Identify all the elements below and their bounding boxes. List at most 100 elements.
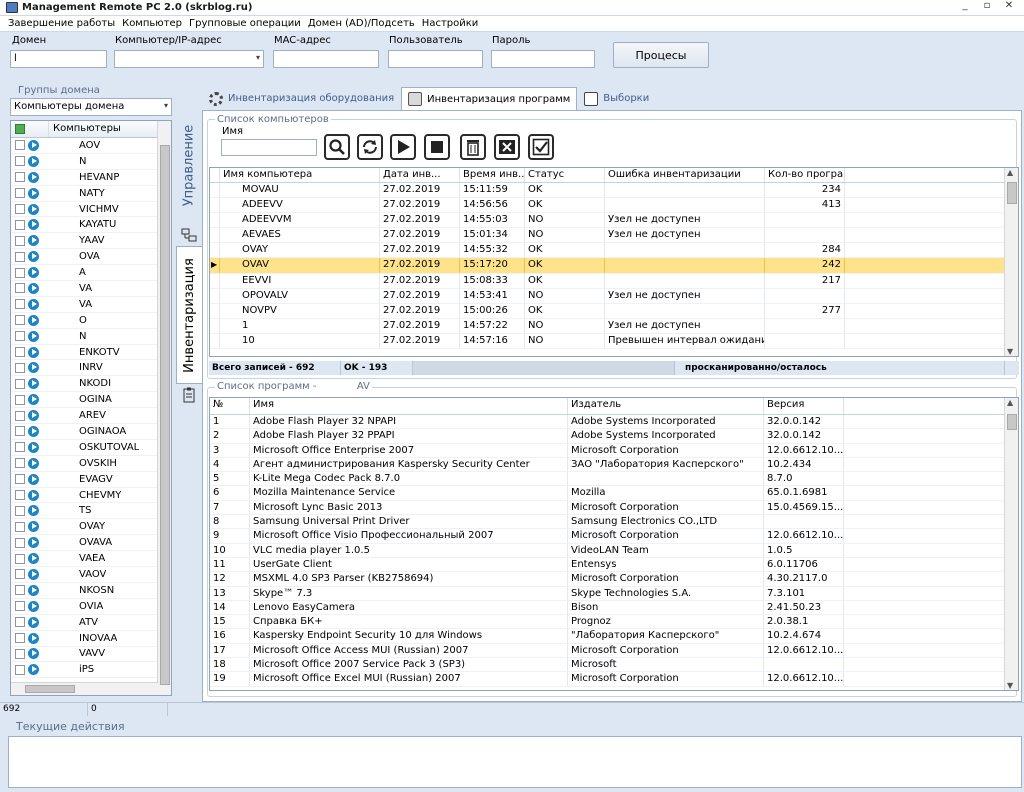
play-icon[interactable] <box>28 330 39 342</box>
computer-list-item[interactable]: KAYATU <box>11 217 171 234</box>
computer-checkbox[interactable] <box>15 569 25 580</box>
program-row[interactable]: 3 Microsoft Office Enterprise 2007 Microso… <box>210 443 1018 458</box>
play-icon[interactable] <box>28 187 39 199</box>
current-actions-log[interactable] <box>8 736 1022 788</box>
computer-checkbox[interactable] <box>15 219 25 230</box>
play-icon[interactable] <box>28 171 39 183</box>
chevron-down-icon[interactable]: ▾ <box>256 53 260 62</box>
start-button[interactable] <box>390 134 416 160</box>
export-excel-button[interactable] <box>494 134 520 160</box>
play-icon[interactable] <box>28 521 39 533</box>
program-row[interactable]: 11 UserGate Client Entensys 6.0.11706 <box>210 557 1018 573</box>
computer-list-item[interactable]: CHEVMY <box>11 488 171 504</box>
computer-list-item[interactable]: AOV <box>11 138 171 154</box>
computers-grid-scrollbar[interactable]: ▲ ▼ <box>1004 168 1018 356</box>
check-all-button[interactable] <box>528 134 554 160</box>
computer-list-item[interactable]: N <box>11 154 171 170</box>
computer-checkbox[interactable] <box>15 315 25 326</box>
play-icon[interactable] <box>28 505 39 517</box>
play-icon[interactable] <box>28 616 39 628</box>
computer-list-item[interactable]: OSKUTOVAL <box>11 440 171 456</box>
play-icon[interactable] <box>28 298 39 310</box>
menu-group-operations[interactable]: Групповые операции <box>189 18 301 29</box>
computer-checkbox[interactable] <box>15 633 25 644</box>
computer-list-item[interactable]: VAEA <box>11 551 171 568</box>
computer-checkbox[interactable] <box>15 664 25 675</box>
col-status[interactable]: Статус <box>525 168 605 182</box>
computer-checkbox[interactable] <box>15 267 25 278</box>
program-row[interactable]: 8 Samsung Universal Print Driver Samsung E… <box>210 515 1018 530</box>
computers-list-scrollbar[interactable] <box>157 121 171 695</box>
program-row[interactable]: 5 K-Lite Mega Codec Pack 8.7.0 8.7.0 <box>210 472 1018 487</box>
computer-list-item[interactable]: HEVANP <box>11 170 171 186</box>
tab-software-inventory[interactable]: Инвентаризация программ <box>401 87 578 110</box>
computer-checkbox[interactable] <box>15 601 25 612</box>
play-icon[interactable] <box>28 346 39 358</box>
tab-inventory[interactable]: Инвентаризация <box>176 246 202 384</box>
computer-checkbox[interactable] <box>15 378 25 389</box>
col-computer-name[interactable]: Имя компьютера <box>220 168 380 182</box>
computer-checkbox[interactable] <box>15 188 25 199</box>
program-row[interactable]: 12 MSXML 4.0 SP3 Parser (KB2758694) Micros… <box>210 572 1018 587</box>
computer-checkbox[interactable] <box>15 426 25 437</box>
scroll-down-icon[interactable]: ▼ <box>1007 681 1013 690</box>
computer-list-item[interactable]: YAAV <box>11 233 171 250</box>
menu-domain-subnet[interactable]: Домен (AD)/Подсеть <box>308 18 415 29</box>
computer-checkbox[interactable] <box>15 140 25 151</box>
computers-column-header[interactable]: Компьютеры <box>49 121 121 137</box>
col-version[interactable]: Версия <box>764 398 844 414</box>
computer-list-item[interactable]: VAVV <box>11 647 171 663</box>
scroll-down-icon[interactable]: ▼ <box>1007 347 1013 356</box>
program-row[interactable]: 17 Microsoft Office Access MUI (Russian) … <box>210 643 1018 659</box>
computer-list-item[interactable]: NKOSN <box>11 583 171 599</box>
play-icon[interactable] <box>28 425 39 437</box>
close-button[interactable]: ✕ <box>998 0 1020 11</box>
delete-button[interactable] <box>460 134 486 160</box>
computer-row[interactable]: AEVAES 27.02.2019 15:01:34 NO Узел не доступ… <box>210 228 1018 244</box>
play-icon[interactable] <box>28 394 39 406</box>
computer-checkbox[interactable] <box>15 521 25 532</box>
computer-row[interactable]: ▶ OVAV 27.02.2019 15:17:20 OK 242 <box>210 258 1018 274</box>
computer-checkbox[interactable] <box>15 553 25 564</box>
play-icon[interactable] <box>28 584 39 596</box>
computer-list-item[interactable]: O <box>11 313 171 329</box>
play-icon[interactable] <box>28 314 39 326</box>
password-input[interactable] <box>491 50 595 68</box>
chevron-down-icon[interactable]: ▾ <box>164 101 168 110</box>
minimize-button[interactable]: _ <box>954 0 976 11</box>
program-row[interactable]: 16 Kaspersky Endpoint Security 10 для Win… <box>210 629 1018 644</box>
computer-checkbox[interactable] <box>15 299 25 310</box>
play-icon[interactable] <box>28 664 39 676</box>
hscrollbar-thumb[interactable] <box>25 685 75 693</box>
computer-list-item[interactable]: OVAY <box>11 519 171 536</box>
col-inventory-error[interactable]: Ошибка инвентаризации <box>605 168 765 182</box>
play-icon[interactable] <box>28 219 39 231</box>
col-inventory-time[interactable]: Время инв... <box>460 168 525 182</box>
stop-button[interactable] <box>424 134 450 160</box>
computer-checkbox[interactable] <box>15 585 25 596</box>
menu-settings[interactable]: Настройки <box>422 18 478 29</box>
scroll-up-icon[interactable]: ▲ <box>1007 398 1013 407</box>
col-inventory-date[interactable]: Дата инв... <box>380 168 460 182</box>
play-icon[interactable] <box>28 441 39 453</box>
mac-input[interactable] <box>273 50 379 68</box>
computer-list-item[interactable]: OGINAOA <box>11 424 171 440</box>
computer-list-item[interactable]: INRV <box>11 360 171 377</box>
computer-checkbox[interactable] <box>15 394 25 405</box>
computer-checkbox[interactable] <box>15 172 25 183</box>
computer-checkbox[interactable] <box>15 362 25 373</box>
computer-checkbox[interactable] <box>15 331 25 342</box>
computer-checkbox[interactable] <box>15 474 25 485</box>
menu-shutdown[interactable]: Завершение работы <box>8 18 115 29</box>
computer-list-item[interactable]: OGINA <box>11 392 171 409</box>
play-icon[interactable] <box>28 203 39 215</box>
computer-list-item[interactable]: NKODI <box>11 376 171 393</box>
play-icon[interactable] <box>28 155 39 167</box>
domain-group-combo[interactable]: Компьютеры домена ▾ <box>10 98 172 116</box>
computer-row[interactable]: MOVAU 27.02.2019 15:11:59 OK 234 <box>210 183 1018 199</box>
program-row[interactable]: 10 VLC media player 1.0.5 VideoLAN Team 1.0… <box>210 543 1018 558</box>
computer-list-item[interactable]: OVSKIH <box>11 456 171 472</box>
play-icon[interactable] <box>28 378 39 390</box>
play-icon[interactable] <box>28 648 39 660</box>
program-row[interactable]: 9 Microsoft Office Visio Профессиональный… <box>210 529 1018 544</box>
